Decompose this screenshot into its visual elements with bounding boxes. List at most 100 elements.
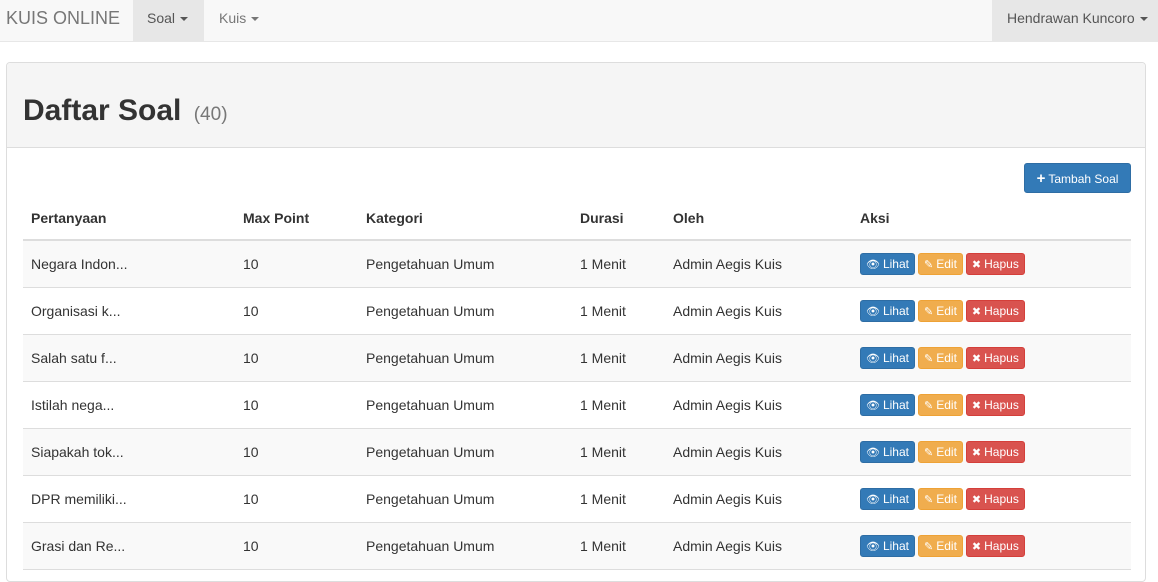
table-row: Grasi dan Re... 10 Pengetahuan Umum 1 Menit…	[23, 522, 1131, 570]
cell-max-point: 10	[235, 334, 358, 382]
table-row: Negara Indon... 10 Pengetahuan Umum 1 Menit…	[23, 240, 1131, 288]
pencil-icon: ✎	[924, 446, 934, 459]
delete-button[interactable]: ✖ Hapus	[965, 487, 1025, 510]
edit-button[interactable]: ✎ Edit	[918, 440, 963, 463]
header-kategori: Kategori	[358, 197, 572, 241]
brand-logo[interactable]: KUIS ONLINE	[6, 0, 120, 36]
cell-kategori: Pengetahuan Umum	[358, 522, 572, 570]
view-button-label: Lihat	[882, 444, 909, 459]
cell-aksi: 👁 Lihat ✎ Edit ✖ Hapus	[852, 522, 1131, 570]
eye-icon: 👁	[866, 399, 880, 412]
cell-kategori: Pengetahuan Umum	[358, 381, 572, 429]
edit-button-label: Edit	[936, 256, 957, 271]
delete-button-label: Hapus	[984, 538, 1019, 553]
edit-button-label: Edit	[936, 397, 957, 412]
cell-durasi: 1 Menit	[572, 381, 665, 429]
nav-menu-soal-label: Soal	[147, 10, 176, 26]
add-question-button[interactable]: + Tambah Soal	[1024, 163, 1131, 193]
caret-down-icon	[1139, 17, 1148, 22]
edit-button-label: Edit	[936, 350, 957, 365]
pencil-icon: ✎	[924, 352, 934, 365]
pencil-icon: ✎	[924, 540, 934, 553]
delete-button[interactable]: ✖ Hapus	[965, 252, 1025, 275]
cell-oleh: Admin Aegis Kuis	[665, 522, 852, 570]
page-title-text: Daftar Soal	[23, 94, 182, 127]
table-header-row: Pertanyaan Max Point Kategori Durasi Ole…	[23, 197, 1131, 241]
view-button-label: Lihat	[882, 303, 909, 318]
cell-kategori: Pengetahuan Umum	[358, 334, 572, 382]
view-button[interactable]: 👁 Lihat	[860, 440, 915, 463]
cell-oleh: Admin Aegis Kuis	[665, 287, 852, 335]
question-count: (40)	[193, 104, 228, 125]
soal-panel: Daftar Soal (40) + Tambah Soal Pertanyaan…	[6, 62, 1146, 582]
edit-button-label: Edit	[936, 303, 957, 318]
view-button-label: Lihat	[882, 491, 909, 506]
cell-kategori: Pengetahuan Umum	[358, 240, 572, 288]
delete-button-label: Hapus	[984, 350, 1019, 365]
cell-kategori: Pengetahuan Umum	[358, 287, 572, 335]
view-button[interactable]: 👁 Lihat	[860, 534, 915, 557]
delete-button[interactable]: ✖ Hapus	[965, 393, 1025, 416]
eye-icon: 👁	[866, 258, 880, 271]
view-button[interactable]: 👁 Lihat	[860, 252, 915, 275]
table-row: Siapakah tok... 10 Pengetahuan Umum 1 Menit…	[23, 428, 1131, 476]
pencil-icon: ✎	[924, 258, 934, 271]
delete-button[interactable]: ✖ Hapus	[965, 534, 1025, 557]
view-button-label: Lihat	[882, 397, 909, 412]
view-button[interactable]: 👁 Lihat	[860, 393, 915, 416]
edit-button-label: Edit	[936, 444, 957, 459]
view-button[interactable]: 👁 Lihat	[860, 299, 915, 322]
delete-button[interactable]: ✖ Hapus	[965, 299, 1025, 322]
cell-max-point: 10	[235, 287, 358, 335]
cell-pertanyaan: Siapakah tok...	[23, 428, 235, 476]
cell-oleh: Admin Aegis Kuis	[665, 334, 852, 382]
header-oleh: Oleh	[665, 197, 852, 241]
cell-kategori: Pengetahuan Umum	[358, 475, 572, 523]
edit-button[interactable]: ✎ Edit	[918, 252, 963, 275]
view-button-label: Lihat	[882, 256, 909, 271]
delete-button[interactable]: ✖ Hapus	[965, 440, 1025, 463]
cell-aksi: 👁 Lihat ✎ Edit ✖ Hapus	[852, 428, 1131, 476]
cell-pertanyaan: Salah satu f...	[23, 334, 235, 382]
delete-button-label: Hapus	[984, 256, 1019, 271]
cell-aksi: 👁 Lihat ✎ Edit ✖ Hapus	[852, 287, 1131, 335]
times-icon: ✖	[971, 352, 982, 365]
nav-menu-kuis[interactable]: Kuis	[204, 0, 274, 42]
cell-max-point: 10	[235, 522, 358, 570]
nav-menu-soal[interactable]: Soal	[133, 0, 204, 42]
edit-button[interactable]: ✎ Edit	[918, 346, 963, 369]
cell-aksi: 👁 Lihat ✎ Edit ✖ Hapus	[852, 334, 1131, 382]
cell-oleh: Admin Aegis Kuis	[665, 381, 852, 429]
view-button[interactable]: 👁 Lihat	[860, 346, 915, 369]
view-button[interactable]: 👁 Lihat	[860, 487, 915, 510]
cell-durasi: 1 Menit	[572, 522, 665, 570]
edit-button[interactable]: ✎ Edit	[918, 299, 963, 322]
cell-pertanyaan: DPR memiliki...	[23, 475, 235, 523]
table-row: Organisasi k... 10 Pengetahuan Umum 1 Menit…	[23, 287, 1131, 335]
edit-button[interactable]: ✎ Edit	[918, 487, 963, 510]
edit-button-label: Edit	[936, 491, 957, 506]
eye-icon: 👁	[866, 493, 880, 506]
table-row: Istilah nega... 10 Pengetahuan Umum 1 Menit…	[23, 381, 1131, 429]
times-icon: ✖	[971, 305, 982, 318]
cell-max-point: 10	[235, 381, 358, 429]
header-max-point: Max Point	[235, 197, 358, 241]
header-pertanyaan: Pertanyaan	[23, 197, 235, 241]
eye-icon: 👁	[866, 352, 880, 365]
eye-icon: 👁	[866, 446, 880, 459]
cell-durasi: 1 Menit	[572, 475, 665, 523]
edit-button-label: Edit	[936, 538, 957, 553]
user-menu[interactable]: Hendrawan Kuncoro	[992, 0, 1158, 42]
cell-oleh: Admin Aegis Kuis	[665, 428, 852, 476]
pencil-icon: ✎	[924, 493, 934, 506]
user-name: Hendrawan Kuncoro	[1007, 10, 1135, 26]
delete-button-label: Hapus	[984, 397, 1019, 412]
pencil-icon: ✎	[924, 399, 934, 412]
edit-button[interactable]: ✎ Edit	[918, 393, 963, 416]
delete-button[interactable]: ✖ Hapus	[965, 346, 1025, 369]
edit-button[interactable]: ✎ Edit	[918, 534, 963, 557]
cell-pertanyaan: Negara Indon...	[23, 240, 235, 288]
cell-durasi: 1 Menit	[572, 334, 665, 382]
add-question-label: Tambah Soal	[1048, 172, 1119, 186]
header-aksi: Aksi	[852, 197, 1131, 241]
